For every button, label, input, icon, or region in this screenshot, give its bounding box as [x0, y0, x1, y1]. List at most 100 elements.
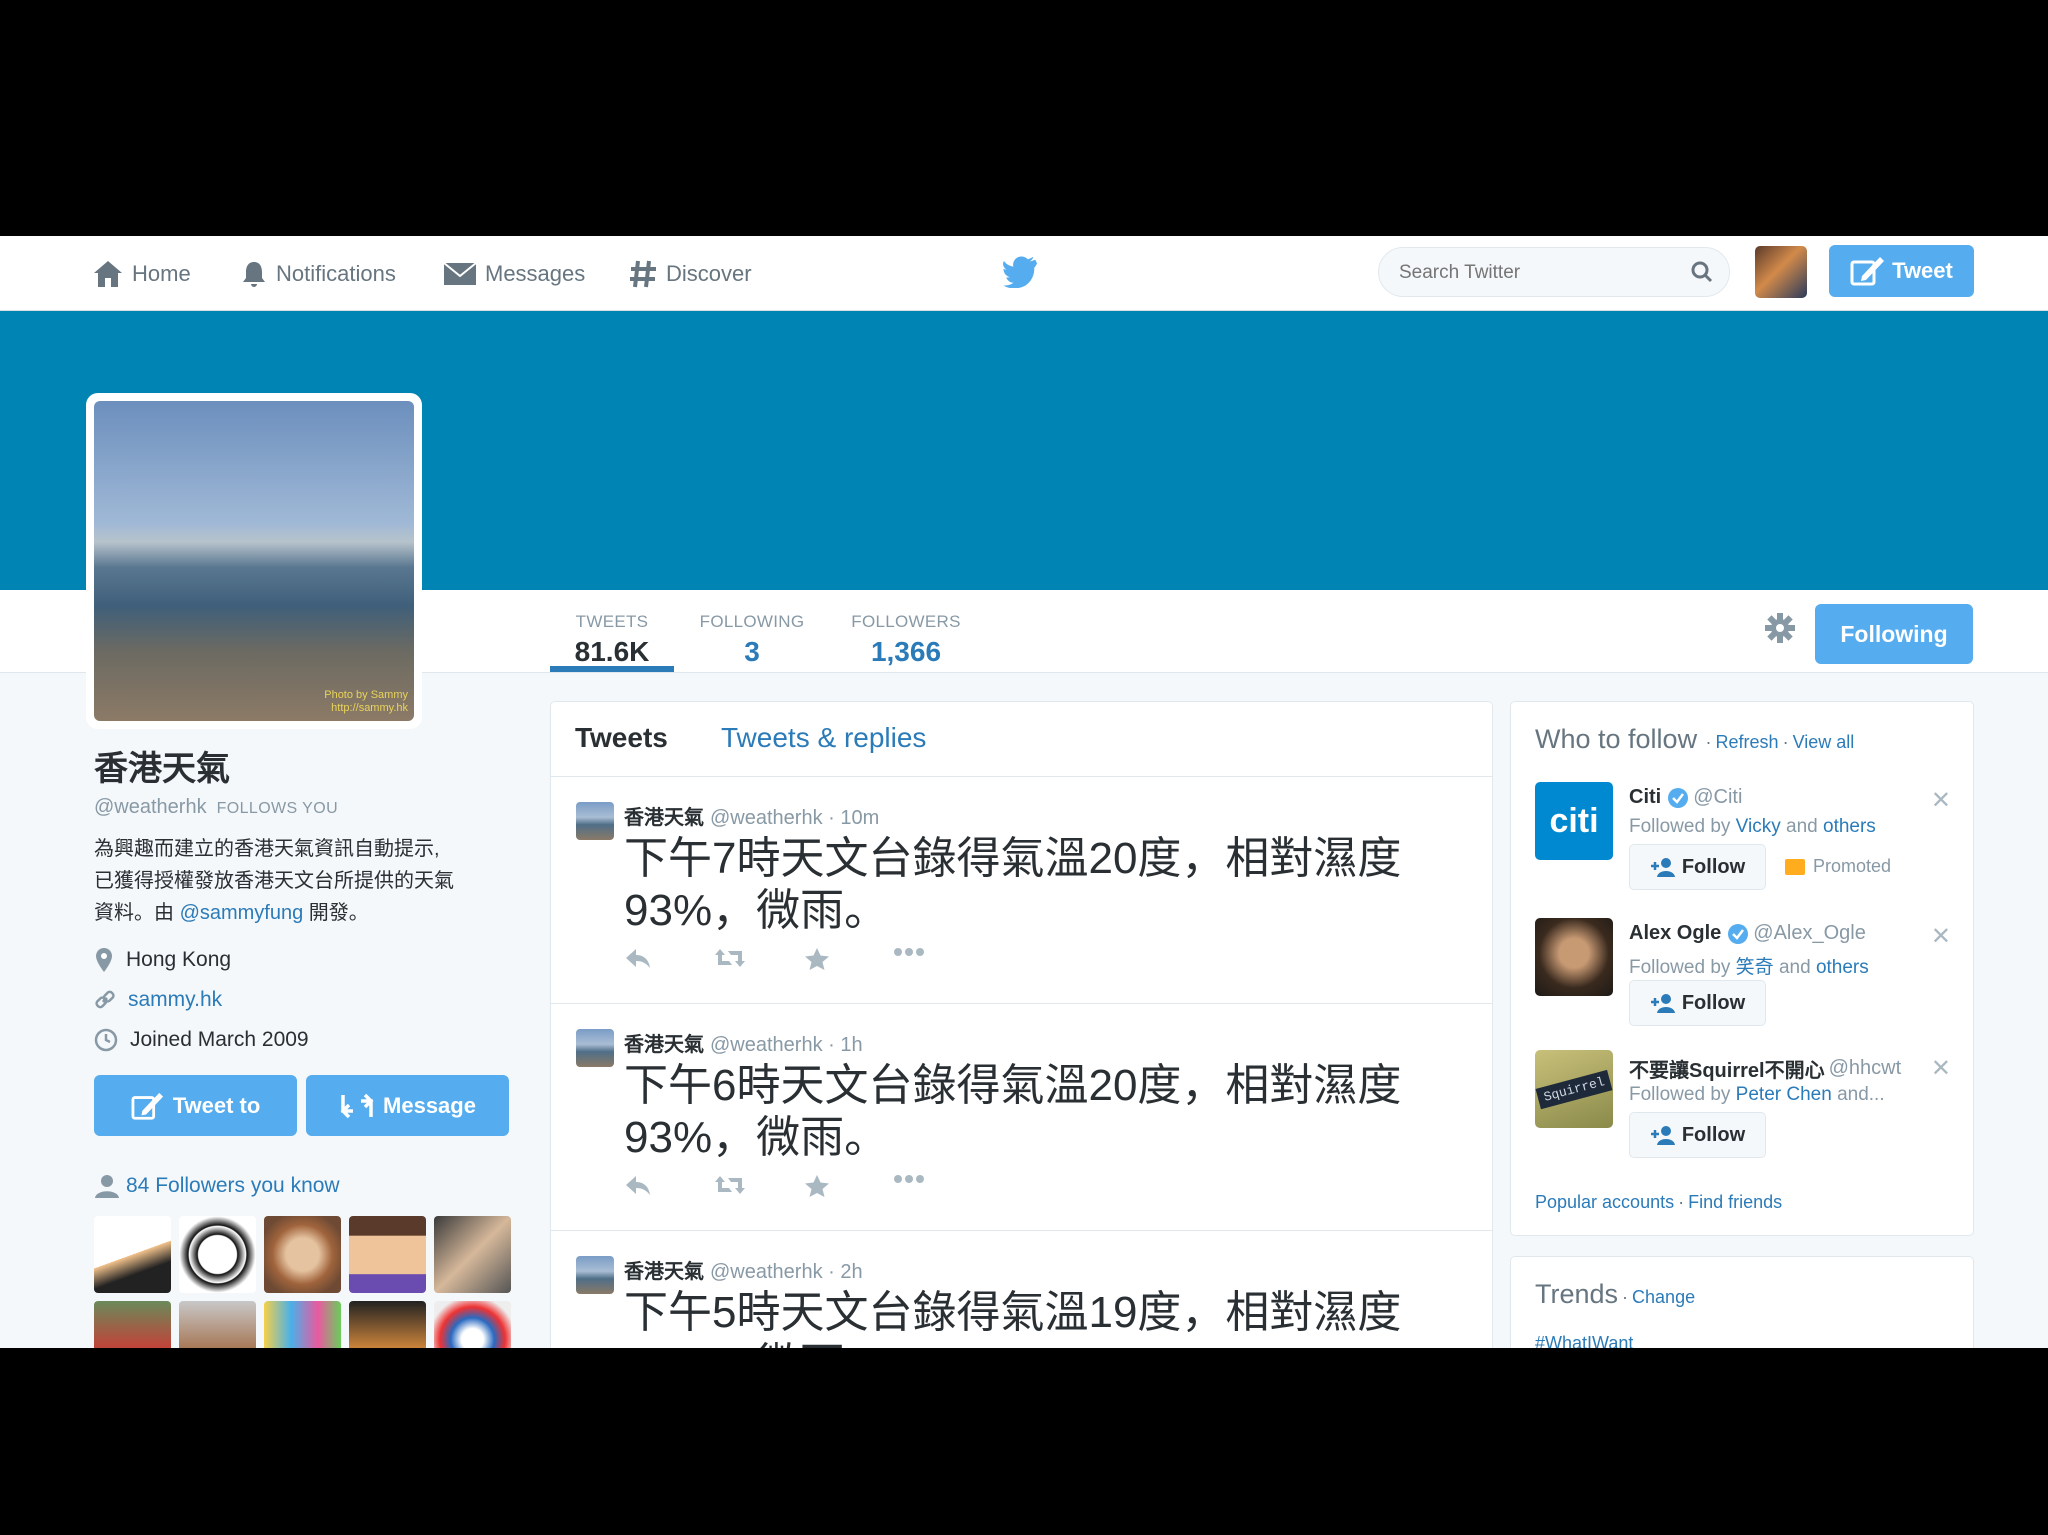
favorite-button[interactable]: [804, 947, 894, 971]
compose-icon: [131, 1092, 163, 1120]
following-button[interactable]: Following: [1815, 604, 1973, 664]
search-icon[interactable]: [1691, 261, 1713, 283]
popular-accounts-link[interactable]: Popular accounts: [1535, 1192, 1674, 1212]
tab-tweets[interactable]: Tweets: [575, 722, 668, 754]
wtf-handle[interactable]: @Citi: [1693, 786, 1742, 809]
follows-you-badge: FOLLOWS YOU: [216, 800, 339, 817]
more-button[interactable]: [894, 947, 984, 971]
tab-tweets-replies[interactable]: Tweets & replies: [721, 722, 926, 754]
followed-by-others-link[interactable]: others: [1816, 957, 1869, 978]
bio-mention-link[interactable]: @sammyfung: [180, 902, 304, 924]
stat-following[interactable]: FOLLOWING 3: [692, 590, 812, 672]
squirrel-logo[interactable]: Squirrel: [1535, 1050, 1613, 1128]
close-icon[interactable]: ✕: [1931, 922, 1951, 951]
wtf-name[interactable]: 不要讓Squirrel不開心: [1629, 1054, 1825, 1083]
tweet-time[interactable]: · 1h: [828, 1034, 862, 1056]
person-icon: [95, 1175, 119, 1198]
wtf-view-all-link[interactable]: View all: [1793, 732, 1855, 752]
gear-icon[interactable]: [1764, 612, 1796, 644]
tweet-time[interactable]: · 10m: [828, 807, 879, 829]
wtf-refresh-link[interactable]: Refresh: [1716, 732, 1779, 752]
tweet-time[interactable]: · 2h: [828, 1261, 862, 1283]
wtf-avatar[interactable]: [1535, 918, 1613, 996]
trends-title: Trends: [1535, 1279, 1619, 1309]
nav-home[interactable]: Home: [92, 254, 191, 294]
follower-avatar[interactable]: [349, 1216, 426, 1293]
follower-avatar[interactable]: [179, 1301, 256, 1348]
nav-discover[interactable]: Discover: [628, 254, 752, 294]
follow-label: Follow: [1681, 1123, 1746, 1146]
close-icon[interactable]: ✕: [1931, 786, 1951, 815]
wtf-handle[interactable]: @hhcwt: [1829, 1057, 1902, 1080]
reply-button[interactable]: [624, 947, 714, 971]
search-input[interactable]: [1397, 248, 1691, 298]
followed-by-link[interactable]: Vicky: [1736, 816, 1781, 837]
tweet[interactable]: 香港天氣 @weatherhk · 1h 下午6時天文台錄得氣溫20度，相對濕度9…: [551, 1004, 1492, 1231]
trends-header: Trends · Change: [1535, 1279, 1695, 1310]
followed-by-text: and: [1780, 816, 1823, 837]
tweet-author-name[interactable]: 香港天氣: [624, 1261, 704, 1283]
follow-button[interactable]: Follow: [1629, 844, 1766, 890]
more-button[interactable]: [894, 1174, 984, 1198]
tweet-author-handle[interactable]: @weatherhk: [710, 807, 823, 829]
tweet-to-button[interactable]: Tweet to: [94, 1075, 297, 1136]
follow-label: Follow: [1681, 855, 1746, 878]
follower-avatar[interactable]: [179, 1216, 256, 1293]
favorite-button[interactable]: [804, 1174, 894, 1198]
profile-avatar[interactable]: Photo by Sammy http://sammy.hk: [86, 393, 422, 729]
follower-avatar[interactable]: [434, 1216, 511, 1293]
tweet-avatar[interactable]: [576, 1029, 614, 1067]
compose-tweet-button[interactable]: Tweet: [1829, 245, 1974, 297]
website-link[interactable]: sammy.hk: [128, 988, 222, 1012]
tweet-avatar[interactable]: [576, 802, 614, 840]
find-friends-link[interactable]: Find friends: [1688, 1192, 1782, 1212]
tweet[interactable]: 香港天氣 @weatherhk · 2h 下午5時天文台錄得氣溫19度，相對濕度9…: [551, 1231, 1492, 1348]
tweet[interactable]: 香港天氣 @weatherhk · 10m 下午7時天文台錄得氣溫20度，相對濕度…: [551, 777, 1492, 1004]
citi-logo[interactable]: citi: [1535, 782, 1613, 860]
wtf-title: Who to follow: [1535, 724, 1698, 754]
search-box[interactable]: [1378, 247, 1730, 298]
retweet-button[interactable]: [714, 947, 804, 971]
tweet-author-handle[interactable]: @weatherhk: [710, 1261, 823, 1283]
close-icon[interactable]: ✕: [1931, 1054, 1951, 1083]
tweet-header: 香港天氣 @weatherhk · 2h: [624, 1255, 863, 1284]
tweet-author-handle[interactable]: @weatherhk: [710, 1034, 823, 1056]
profile-handle[interactable]: @weatherhk: [94, 796, 207, 818]
follower-avatar[interactable]: [264, 1216, 341, 1293]
promoted-icon: [1785, 858, 1805, 875]
follower-avatar[interactable]: [94, 1301, 171, 1348]
wtf-name[interactable]: Citi: [1629, 786, 1661, 809]
follow-person-icon: [1650, 994, 1675, 1013]
nav-messages[interactable]: Messages: [443, 254, 585, 294]
user-avatar[interactable]: [1755, 246, 1807, 298]
message-button[interactable]: Message: [306, 1075, 509, 1136]
retweet-button[interactable]: [714, 1174, 804, 1198]
tweet-avatar[interactable]: [576, 1256, 614, 1294]
wtf-name[interactable]: Alex Ogle: [1629, 922, 1721, 945]
follower-avatar[interactable]: [349, 1301, 426, 1348]
stat-followers[interactable]: FOLLOWERS 1,366: [842, 590, 970, 672]
profile-name[interactable]: 香港天氣: [94, 741, 514, 790]
tweet-author-name[interactable]: 香港天氣: [624, 807, 704, 829]
follower-avatar[interactable]: [264, 1301, 341, 1348]
followers-you-know-link[interactable]: 84 Followers you know: [94, 1174, 514, 1198]
followed-by-others-link[interactable]: others: [1823, 816, 1876, 837]
trends-change-link[interactable]: Change: [1632, 1287, 1695, 1307]
followed-by-link[interactable]: 笑奇: [1736, 957, 1774, 978]
reply-button[interactable]: [624, 1174, 714, 1198]
follower-avatar[interactable]: [94, 1216, 171, 1293]
hashtag-icon: [630, 260, 656, 288]
twitter-bird-icon[interactable]: [1003, 256, 1039, 288]
followed-by-link[interactable]: Peter Chen: [1736, 1084, 1832, 1105]
follow-button[interactable]: Follow: [1629, 1112, 1766, 1158]
tweet-author-name[interactable]: 香港天氣: [624, 1034, 704, 1056]
stat-tweets[interactable]: TWEETS 81.6K: [550, 590, 674, 672]
wtf-handle[interactable]: @Alex_Ogle: [1753, 922, 1866, 945]
trend-item[interactable]: #WhatIWant: [1535, 1333, 1633, 1348]
nav-notifications[interactable]: Notifications: [240, 254, 396, 294]
wtf-item-citi: citi Citi @Citi Followed by Vicky and ot…: [1535, 782, 1955, 902]
follower-avatar[interactable]: [434, 1301, 511, 1348]
promoted-badge: Promoted: [1785, 856, 1891, 877]
wtf-header: Who to follow · Refresh · View all: [1535, 724, 1854, 755]
follow-button[interactable]: Follow: [1629, 980, 1766, 1026]
